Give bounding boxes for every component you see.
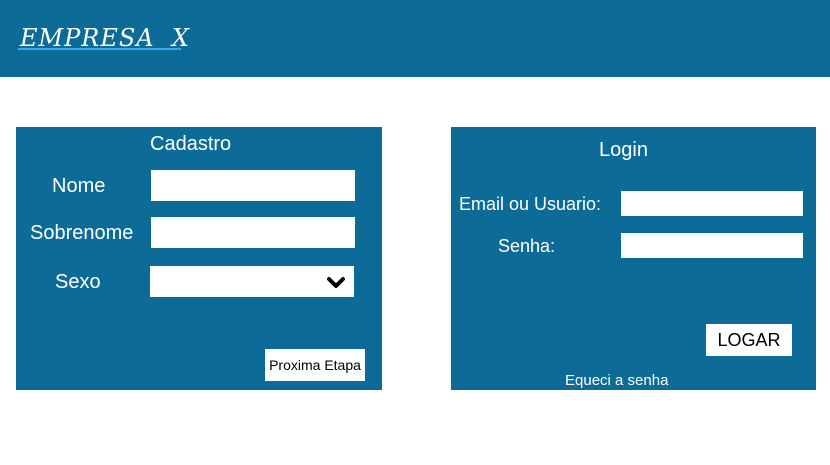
- email-input[interactable]: [621, 191, 803, 216]
- app-header: EMPRESA X: [0, 0, 830, 77]
- senha-input[interactable]: [621, 233, 803, 258]
- sobrenome-input[interactable]: [151, 217, 355, 248]
- cadastro-title: Cadastro: [150, 133, 232, 155]
- email-label: Email ou Usuario:: [459, 194, 602, 214]
- nome-input[interactable]: [151, 170, 355, 201]
- cadastro-panel: Cadastro Nome Sobrenome Sexo Proxima Eta…: [16, 127, 382, 390]
- senha-label: Senha:: [498, 236, 556, 256]
- nome-label: Nome: [52, 175, 106, 197]
- forgot-password-link[interactable]: Equeci a senha: [565, 372, 668, 390]
- logo-underline: [18, 48, 181, 50]
- sexo-select[interactable]: [150, 266, 354, 297]
- sexo-label: Sexo: [55, 271, 101, 293]
- proxima-etapa-button[interactable]: Proxima Etapa: [265, 349, 365, 381]
- sobrenome-label: Sobrenome: [30, 222, 134, 244]
- login-title: Login: [599, 139, 648, 161]
- chevron-down-icon: [327, 277, 345, 288]
- login-panel: Login Email ou Usuario: Senha: LOGAR Equ…: [451, 127, 816, 390]
- logar-button[interactable]: LOGAR: [706, 324, 792, 356]
